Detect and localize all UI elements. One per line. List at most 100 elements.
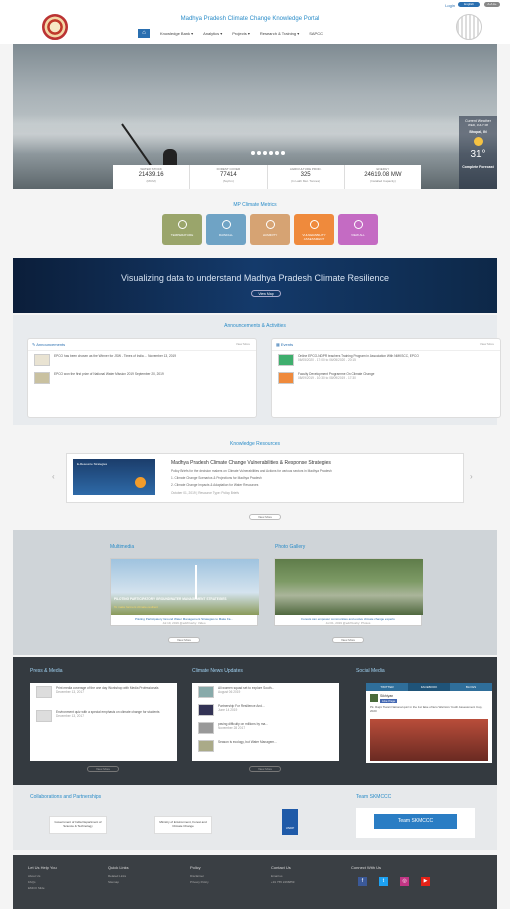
footer-email[interactable]: Email us (271, 874, 294, 878)
footer-link-disclaimer[interactable]: Disclaimer (190, 874, 209, 878)
weather-temperature: 31° (470, 149, 486, 160)
metric-label: RAINFALL (218, 233, 234, 237)
tab-twitter[interactable]: TWITTER (366, 683, 408, 691)
slider-dot[interactable] (257, 151, 261, 155)
facebook-page-name[interactable]: Sikhiyan (380, 694, 393, 698)
footer-heading: Let Us Help You (28, 865, 57, 870)
announcements-view-more[interactable]: View More (236, 342, 250, 346)
metric-temperature[interactable]: TEMPERATURE (162, 214, 202, 245)
slider-dot[interactable] (281, 151, 285, 155)
photo-thumbnail (275, 559, 423, 615)
list-item[interactable]: Faculty Development Programme On Climate… (272, 369, 500, 387)
announcements-panel: ✎ Announcements View More EPCO has been … (27, 338, 257, 418)
slider-dots[interactable] (251, 151, 285, 155)
list-item[interactable]: Print media coverage of the one day Work… (30, 683, 177, 701)
metric-humidity[interactable]: HUMIDITY (250, 214, 290, 245)
slider-dot[interactable] (263, 151, 267, 155)
events-view-more[interactable]: View More (480, 342, 494, 346)
press-view-more-button[interactable]: View More (87, 766, 119, 772)
nav-research-training[interactable]: Research & Training ▾ (260, 31, 299, 36)
footer-link-privacy[interactable]: Privacy Policy (190, 880, 209, 884)
list-item[interactable]: Ali women squad set to explore South... A… (192, 683, 339, 701)
hero-slider[interactable]: WATER STOCK 21439.16 (MCM) FOREST COVER … (13, 44, 497, 189)
press-media-list: Print media coverage of the one day Work… (30, 683, 177, 761)
slider-dot[interactable] (269, 151, 273, 155)
footer-link-about[interactable]: About Us (28, 874, 57, 878)
team-box: Team SKMCCC (356, 808, 475, 838)
tab-blogs[interactable]: BLOGS (450, 683, 492, 691)
footer-link-faqs[interactable]: FAQs (28, 880, 57, 884)
nav-sapcc[interactable]: SAPCC (309, 31, 323, 36)
facebook-post-image[interactable] (370, 719, 488, 761)
knowledge-view-more-button[interactable]: View More (249, 514, 281, 520)
list-item[interactable]: Partnership For Resilience And... June 14… (192, 701, 339, 719)
metric-label: HUMIDITY (262, 233, 278, 237)
slider-dot[interactable] (251, 151, 255, 155)
nav-knowledge-bank[interactable]: Knowledge Bank ▾ (160, 31, 193, 36)
complete-forecast-link[interactable]: Complete Forecast (459, 165, 497, 169)
nav-analytics[interactable]: Analytics ▾ (203, 31, 222, 36)
weather-city: Bhopal, IN (469, 130, 487, 134)
moefcc-logo[interactable]: Ministry of Environment, Forest and Clim… (154, 816, 212, 834)
list-item[interactable]: Online EPCO-NDPR teachers Training Progr… (272, 351, 500, 369)
list-item[interactable]: Environment quiz with a special emphasis… (30, 707, 177, 725)
list-item[interactable]: EPCO won the first prize of National Wat… (28, 369, 256, 387)
news-view-more-button[interactable]: View More (249, 766, 281, 772)
photo-caption: Forests can empower communities and evol… (275, 615, 421, 625)
portal-title: Madhya Pradesh Climate Change Knowledge … (180, 16, 320, 22)
list-item[interactable]: Season is ecology, but Water Managem... (192, 737, 339, 755)
metric-label: VIEW ALL (351, 233, 365, 237)
knowledge-prev-arrow[interactable]: ‹ (52, 472, 55, 481)
news-content: Partnership For Resilience And... June 14… (218, 704, 265, 712)
multimedia-view-more-button[interactable]: View More (168, 637, 200, 643)
stats-strip: WATER STOCK 21439.16 (MCM) FOREST COVER … (113, 165, 421, 189)
event-date: 08/09/2019 - 10:30 to 08/09/2019 - 17:30 (298, 376, 356, 380)
slider-dot[interactable] (275, 151, 279, 155)
page-avatar (370, 694, 378, 702)
gallery-title: Photo Gallery (275, 544, 306, 550)
youtube-icon[interactable]: ▶ (421, 877, 430, 886)
home-icon[interactable]: ⌂ (138, 29, 150, 38)
metric-view-all[interactable]: VIEW ALL (338, 214, 378, 245)
twitter-icon[interactable]: t (379, 877, 388, 886)
footer-link-slide[interactable]: EMCO Slide (28, 886, 57, 890)
metric-vulnerability[interactable]: VULNERABILITY ASSESSMENT (294, 214, 334, 245)
knowledge-next-arrow[interactable]: › (470, 472, 473, 481)
video-overlay-text: PILOTING PARTICIPATORY GROUNDWATER MANAG… (114, 597, 227, 601)
dst-logo[interactable]: Government of India Department of Scienc… (49, 816, 107, 834)
undp-logo[interactable]: UNDP (282, 809, 298, 835)
team-skmccc-button[interactable]: Team SKMCCC (374, 814, 457, 829)
view-map-button[interactable]: View Map (251, 290, 281, 297)
nav-projects[interactable]: Projects ▾ (232, 31, 250, 36)
announcements-heading: ✎ Announcements (28, 339, 256, 351)
photo-gallery-card[interactable]: Forests can empower communities and evol… (274, 558, 423, 626)
announcement-thumbnail (34, 354, 50, 366)
language-select[interactable]: English (458, 2, 480, 7)
stat-label: FOREST COVER (216, 167, 241, 171)
footer-link-related[interactable]: Related Links (108, 874, 129, 878)
tab-facebook[interactable]: FACEBOOK (408, 683, 450, 691)
sun-illustration (135, 477, 146, 488)
list-item[interactable]: paving difficulty on millions by ma... No… (192, 719, 339, 737)
login-link[interactable]: Login (445, 3, 455, 8)
list-item[interactable]: EPCO has been chosen as the Winner for J… (28, 351, 256, 369)
font-size-controls[interactable]: A-A A+ (484, 2, 500, 7)
footer-link-sitemap[interactable]: Sitemap (108, 880, 129, 884)
events-heading-text: Events (280, 342, 294, 347)
knowledge-title: Knowledge Resources (229, 441, 281, 447)
mp-government-seal-logo[interactable] (42, 14, 68, 40)
footer-col-help: Let Us Help You About Us FAQs EMCO Slide (28, 865, 57, 892)
like-page-button[interactable]: Like Page (380, 699, 398, 703)
metric-rainfall[interactable]: RAINFALL (206, 214, 246, 245)
gallery-view-more-button[interactable]: View More (332, 637, 364, 643)
announcement-thumbnail (34, 372, 50, 384)
knowledge-resource-card[interactable]: E-Resource Strategies Madhya Pradesh Cli… (66, 453, 464, 503)
facebook-icon[interactable]: f (358, 877, 367, 886)
instagram-icon[interactable]: ◎ (400, 877, 409, 886)
news-content: Ali women squad set to explore South... A… (218, 686, 274, 694)
climate-news-title: Climate News Updates (192, 668, 243, 674)
announcement-text: EPCO has been chosen as the Winner for J… (54, 354, 177, 358)
team-title: Team SKMCCC (356, 794, 392, 800)
social-media-widget: TWITTER FACEBOOK BLOGS Sikhiyan Like Pag… (366, 683, 492, 763)
multimedia-video-card[interactable]: PILOTING PARTICIPATORY GROUNDWATER MANAG… (110, 558, 259, 626)
